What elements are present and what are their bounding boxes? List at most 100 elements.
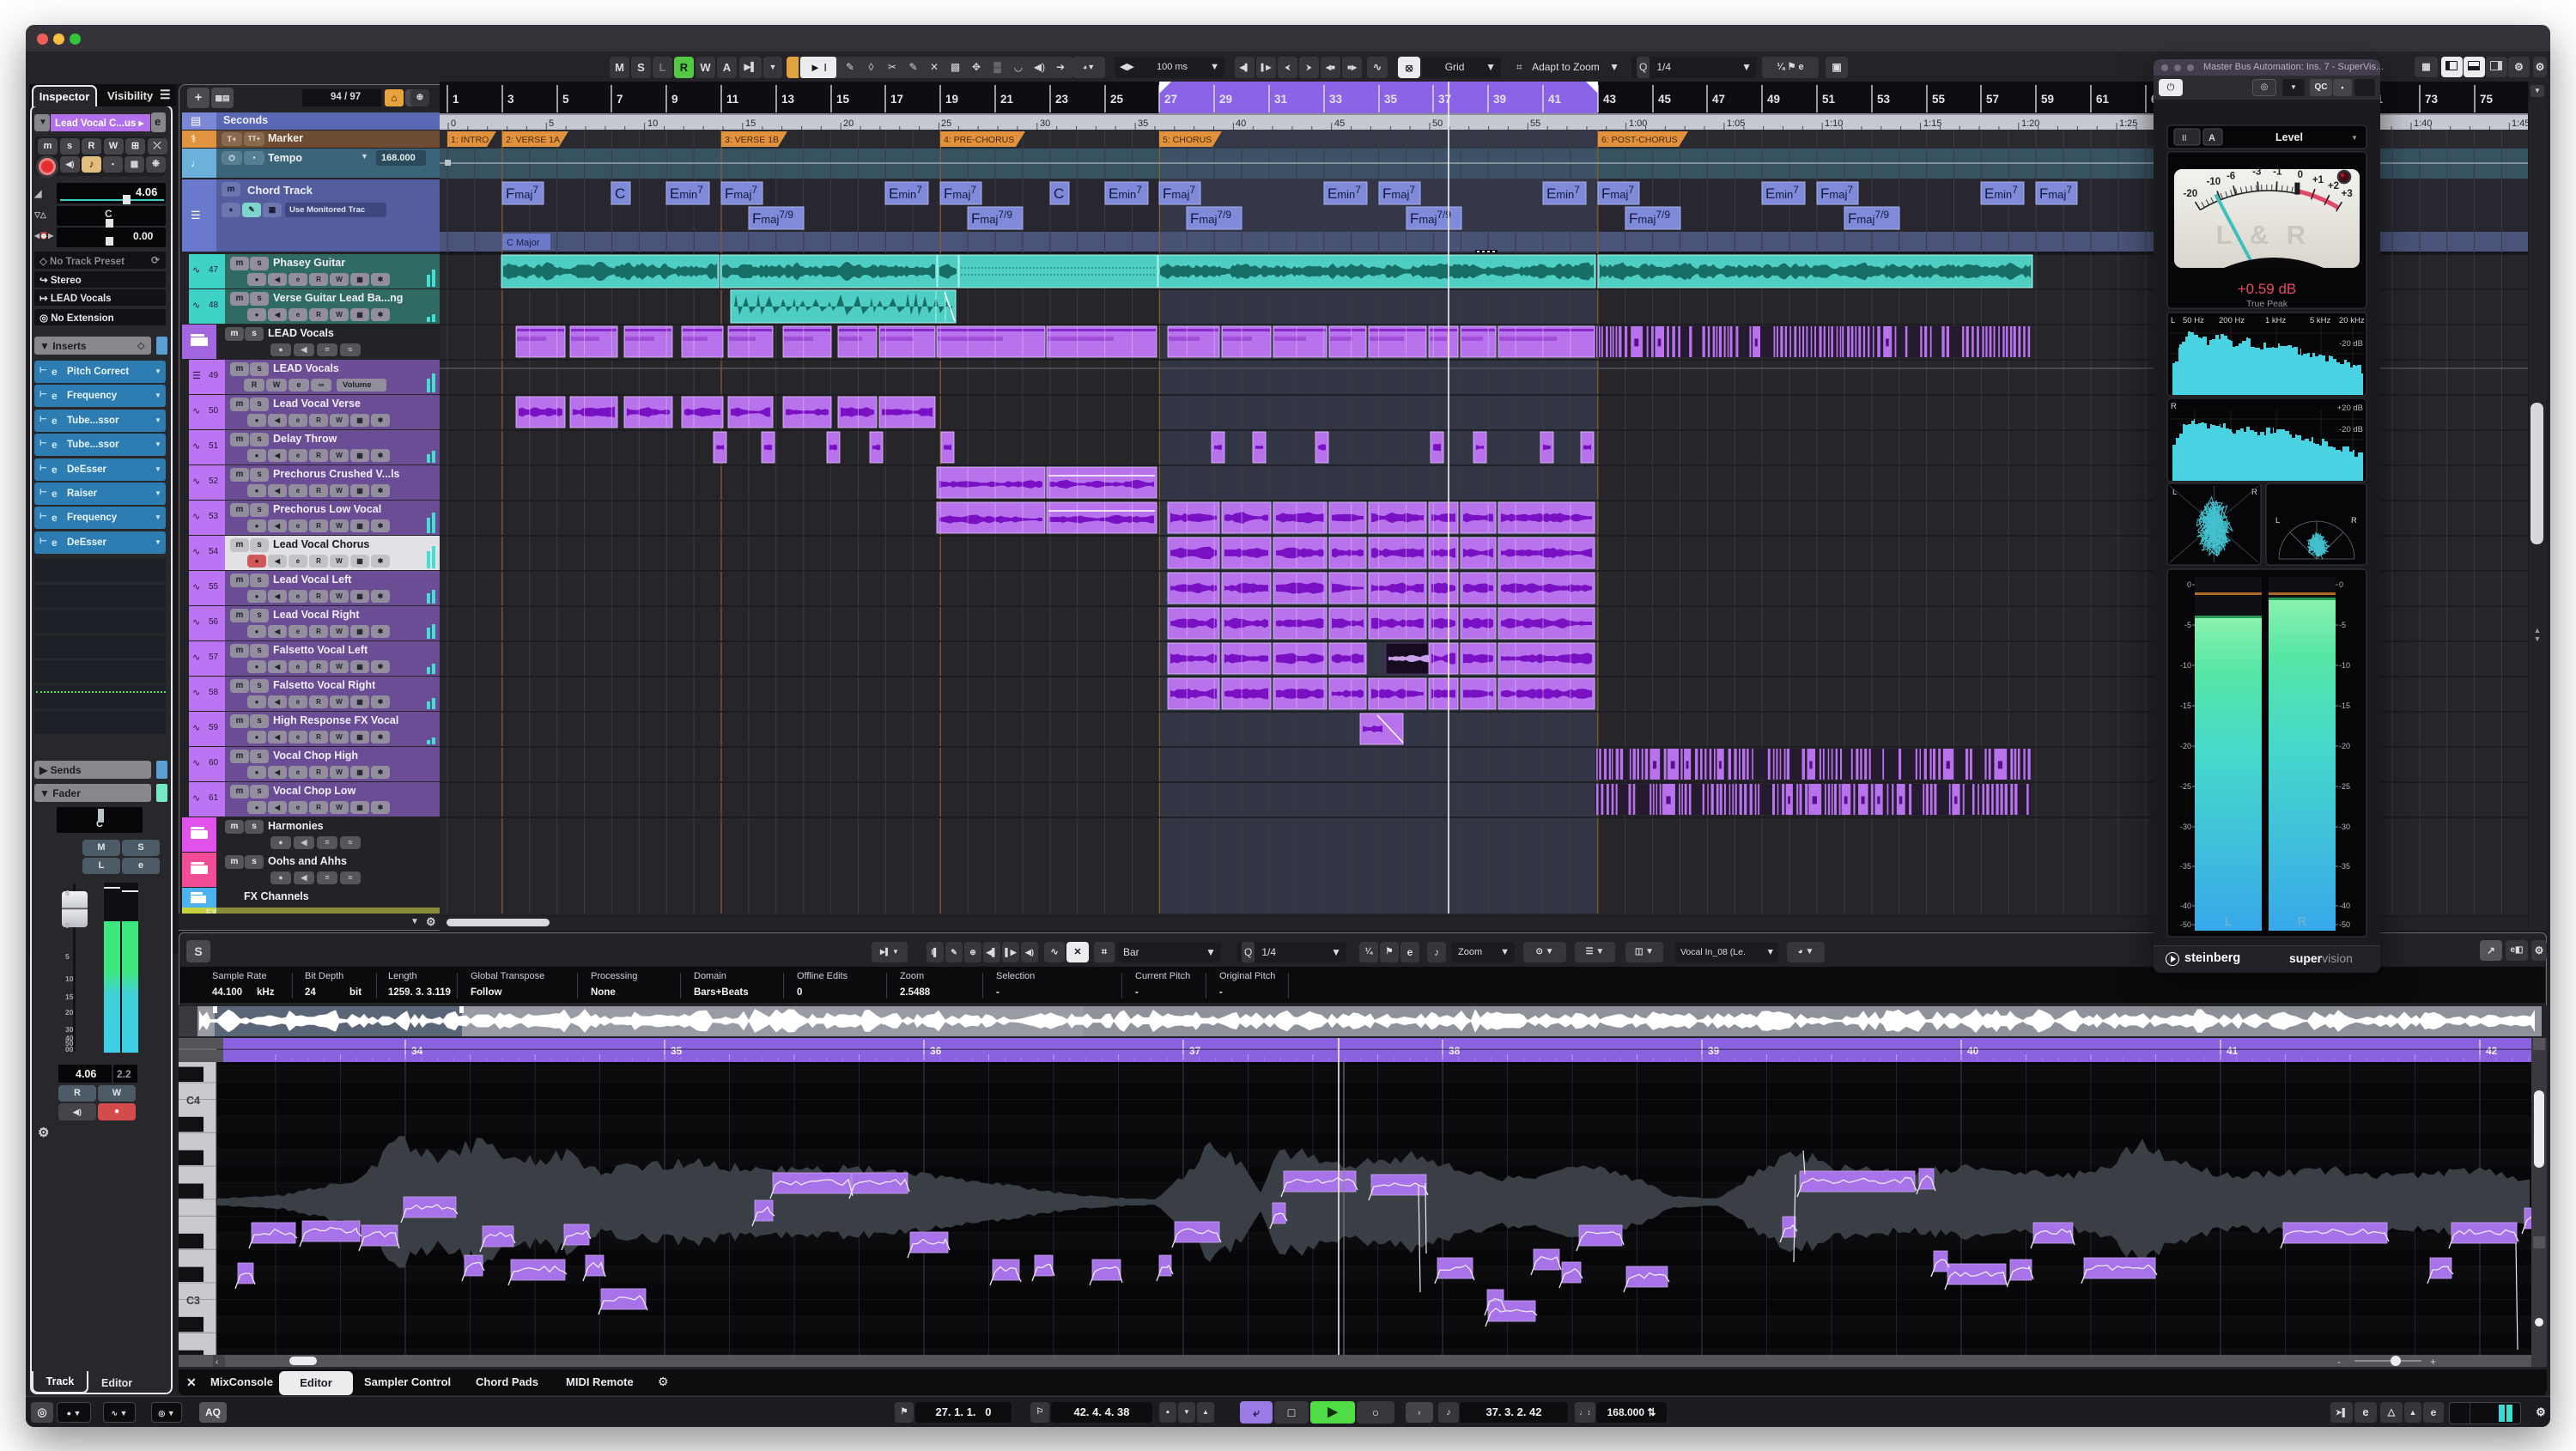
svg-text:-1: -1: [2273, 167, 2282, 177]
svg-text:-30: -30: [2339, 823, 2350, 831]
svg-text:57: 57: [1986, 93, 1999, 106]
svg-text:13: 13: [781, 93, 795, 106]
svg-text:C: C: [615, 185, 625, 202]
svg-text:-10: -10: [2207, 177, 2221, 187]
svg-text:-25: -25: [2180, 782, 2191, 791]
svg-text:-20: -20: [2339, 742, 2350, 750]
svg-text:-20 dB: -20 dB: [2339, 425, 2363, 434]
svg-text:-10: -10: [2180, 661, 2191, 670]
svg-text:1:00: 1:00: [1629, 118, 1647, 129]
svg-text:C3: C3: [186, 1295, 200, 1307]
svg-text:41: 41: [2227, 1045, 2239, 1057]
svg-text:L: L: [2225, 914, 2232, 929]
svg-text:+2: +2: [2328, 181, 2339, 191]
svg-text:47: 47: [1712, 93, 1725, 106]
svg-text:45: 45: [1658, 93, 1672, 106]
svg-text:43: 43: [1603, 93, 1617, 106]
svg-text:1:15: 1:15: [1923, 118, 1941, 129]
svg-text:-5: -5: [2184, 621, 2191, 629]
svg-text:‹: ‹: [216, 1357, 218, 1367]
svg-text:73: 73: [2425, 93, 2439, 106]
svg-text:33: 33: [1329, 93, 1343, 106]
svg-text:1:20: 1:20: [2021, 118, 2039, 129]
svg-text:25: 25: [941, 118, 951, 129]
svg-text:-5: -5: [2339, 621, 2346, 629]
svg-text:51: 51: [1822, 93, 1836, 106]
svg-text:C Major: C Major: [507, 238, 540, 248]
svg-text:5: 5: [562, 93, 569, 106]
svg-text:0: 0: [2187, 580, 2191, 589]
svg-text:0: 0: [2298, 170, 2303, 180]
svg-text:55: 55: [1932, 93, 1946, 106]
svg-text:+1: +1: [2312, 175, 2324, 185]
svg-text:▼: ▼: [2351, 134, 2358, 142]
svg-text:-35: -35: [2180, 862, 2191, 871]
svg-text:39: 39: [1493, 93, 1506, 106]
svg-text:61: 61: [2096, 93, 2110, 106]
svg-text:35: 35: [1384, 93, 1398, 106]
svg-text:45: 45: [1334, 118, 1345, 129]
svg-text:7: 7: [617, 93, 623, 106]
svg-text:R: R: [2171, 402, 2177, 411]
svg-text:75: 75: [2480, 93, 2494, 106]
svg-text:-10: -10: [2339, 661, 2350, 670]
svg-text:27: 27: [1164, 93, 1177, 106]
svg-text:38: 38: [1449, 1045, 1461, 1057]
svg-text:1:10: 1:10: [1825, 118, 1843, 129]
svg-text:6: POST-CHORUS: 6: POST-CHORUS: [1601, 135, 1678, 145]
svg-text:11: 11: [726, 93, 739, 106]
svg-text:23: 23: [1055, 93, 1069, 106]
svg-text:53: 53: [1877, 93, 1891, 106]
svg-text:50 Hz: 50 Hz: [2183, 316, 2204, 325]
svg-text:10: 10: [647, 118, 658, 129]
svg-text:5: CHORUS: 5: CHORUS: [1163, 135, 1212, 145]
svg-text:-15: -15: [2339, 701, 2350, 710]
svg-text:25: 25: [1110, 93, 1124, 106]
svg-text:55: 55: [1530, 118, 1540, 129]
svg-text:1: 1: [453, 93, 459, 106]
svg-text:9: 9: [671, 93, 678, 106]
svg-text:50: 50: [1432, 118, 1443, 129]
svg-text:+3: +3: [2342, 189, 2353, 199]
svg-text:200 Hz: 200 Hz: [2219, 316, 2245, 325]
svg-text:15: 15: [836, 93, 850, 106]
svg-text:0: 0: [2339, 580, 2343, 589]
svg-text:-20: -20: [2180, 742, 2191, 750]
svg-text:1:40: 1:40: [2414, 118, 2432, 129]
svg-text:-20 dB: -20 dB: [2339, 339, 2363, 349]
svg-text:34: 34: [411, 1045, 423, 1057]
svg-text:41: 41: [1548, 93, 1562, 106]
svg-text:+20 dB: +20 dB: [2337, 404, 2363, 413]
svg-text:1:05: 1:05: [1727, 118, 1745, 129]
svg-text:1: INTRO: 1: INTRO: [451, 135, 489, 145]
svg-text:4: PRE-CHORUS: 4: PRE-CHORUS: [944, 135, 1014, 145]
svg-text:R: R: [2298, 914, 2307, 929]
svg-text:R: R: [2351, 516, 2357, 525]
svg-text:59: 59: [2041, 93, 2054, 106]
svg-text:35: 35: [671, 1045, 683, 1057]
svg-text:-40: -40: [2180, 902, 2191, 910]
svg-text:-: -: [2337, 1356, 2341, 1368]
svg-text:-35: -35: [2339, 862, 2350, 871]
svg-text:3: 3: [507, 93, 514, 106]
svg-text:-50: -50: [2339, 920, 2350, 929]
svg-text:-25: -25: [2339, 782, 2350, 791]
svg-text:-30: -30: [2180, 823, 2191, 831]
svg-text:L: L: [2171, 316, 2175, 325]
svg-text:35: 35: [1138, 118, 1148, 129]
svg-text:49: 49: [1767, 93, 1780, 106]
svg-text:0: 0: [451, 118, 456, 129]
svg-text:5 kHz: 5 kHz: [2310, 316, 2331, 325]
svg-text:40: 40: [1967, 1045, 1979, 1057]
svg-text:19: 19: [945, 93, 958, 106]
svg-text:-40: -40: [2339, 902, 2350, 910]
svg-text:39: 39: [1708, 1045, 1720, 1057]
svg-text:-3: -3: [2252, 167, 2261, 178]
svg-text:2: VERSE 1A: 2: VERSE 1A: [506, 135, 560, 145]
svg-text:L: L: [2275, 516, 2280, 525]
svg-text:-6: -6: [2227, 172, 2235, 182]
svg-text:-20: -20: [2183, 189, 2197, 199]
svg-text:37: 37: [1189, 1045, 1201, 1057]
svg-text:True Peak: True Peak: [2246, 299, 2288, 309]
svg-text:3: VERSE 1B: 3: VERSE 1B: [725, 135, 779, 145]
